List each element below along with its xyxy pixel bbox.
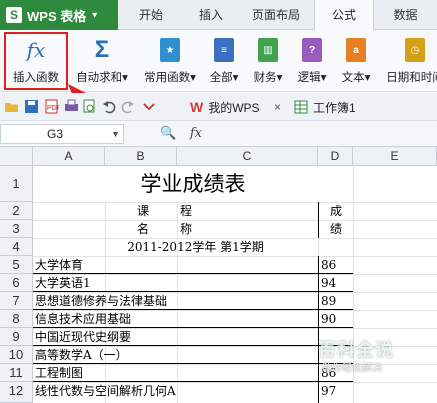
course-score: 86 [318, 256, 353, 274]
tab-my-wps[interactable]: W 我的WPS [190, 97, 260, 117]
column-header-a[interactable]: A [33, 147, 105, 166]
print-icon[interactable] [64, 99, 79, 114]
fx-formula-icon[interactable]: fx [190, 126, 202, 141]
row-header-6[interactable]: 6 [0, 274, 33, 292]
header-course-char2: 程 [180, 204, 193, 218]
column-header-c[interactable]: C [177, 147, 318, 166]
header-course-char1: 课 [136, 204, 149, 218]
print-preview-icon[interactable] [82, 99, 97, 114]
svg-text:PDF: PDF [47, 105, 59, 112]
quick-access-toolbar: PDF W 我的WPS × 工作簿1 [0, 93, 437, 121]
column-header-d[interactable]: D [318, 147, 353, 166]
tab-workbook-label: 工作簿1 [313, 100, 356, 115]
course-name: 大学体育 [33, 256, 318, 274]
export-pdf-icon[interactable]: PDF [44, 99, 59, 114]
row-header-1[interactable]: 1 [0, 166, 33, 202]
column-header-e[interactable]: E [353, 147, 437, 166]
save-icon[interactable] [24, 99, 39, 114]
header-score-char2: 绩 [318, 220, 353, 238]
close-tab-icon[interactable]: × [274, 97, 281, 117]
sheet-icon [294, 100, 308, 114]
undo-icon[interactable] [102, 99, 117, 114]
course-score: 94 [318, 274, 353, 292]
tab-workbook[interactable]: 工作簿1 [294, 97, 356, 117]
row-header-10[interactable]: 10 [0, 346, 33, 364]
select-all-corner[interactable] [0, 147, 33, 166]
course-score: 89 [318, 292, 353, 310]
chevron-down-icon: ▼ [111, 129, 120, 139]
row-header-4[interactable]: 4 [0, 238, 33, 256]
course-score: 90 [318, 310, 353, 328]
row-header-3[interactable]: 3 [0, 220, 33, 238]
course-name: 工程制图 [33, 364, 318, 382]
tab-my-wps-label: 我的WPS [208, 100, 260, 115]
course-name: 大学英语1 [33, 274, 318, 292]
sheet-title: 学业成绩表 [33, 166, 353, 202]
more-dropdown-icon[interactable] [142, 99, 157, 114]
watermark-logo: 百科全说 助你轻松解决 [300, 331, 430, 375]
redo-icon[interactable] [120, 99, 135, 114]
row-header-7[interactable]: 7 [0, 292, 33, 310]
row-header-2[interactable]: 2 [0, 202, 33, 220]
header-score-char1: 成 [318, 202, 353, 220]
watermark-subtitle: 助你轻松解决 [322, 363, 382, 374]
course-score: 97 [318, 382, 353, 403]
name-box[interactable]: G3 ▼ [0, 124, 124, 144]
course-name: 线性代数与空间解析几何A [35, 384, 176, 398]
cell-reference: G3 [47, 127, 64, 141]
course-name: 信息技术应用基础 [33, 310, 318, 328]
course-name: 思想道德修养与法律基础 [33, 292, 318, 310]
course-name: 高等数学A（一） [33, 346, 318, 364]
header-name-char2: 称 [180, 222, 193, 236]
row-header-5[interactable]: 5 [0, 256, 33, 274]
row-header-12[interactable]: 12 [0, 382, 33, 403]
zoom-icon[interactable]: 🔍 [160, 125, 176, 140]
row-header-9[interactable]: 9 [0, 328, 33, 346]
row-header-11[interactable]: 11 [0, 364, 33, 382]
formula-bar: G3 ▼ 🔍 fx [0, 121, 437, 147]
column-header-b[interactable]: B [105, 147, 177, 166]
term-label: 2011-2012学年 第1学期 [127, 240, 264, 254]
course-name: 中国近现代史纲要 [33, 328, 318, 346]
row-header-8[interactable]: 8 [0, 310, 33, 328]
open-folder-icon[interactable] [4, 99, 19, 114]
header-name-char1: 名 [136, 222, 149, 236]
wps-w-icon: W [190, 99, 204, 115]
